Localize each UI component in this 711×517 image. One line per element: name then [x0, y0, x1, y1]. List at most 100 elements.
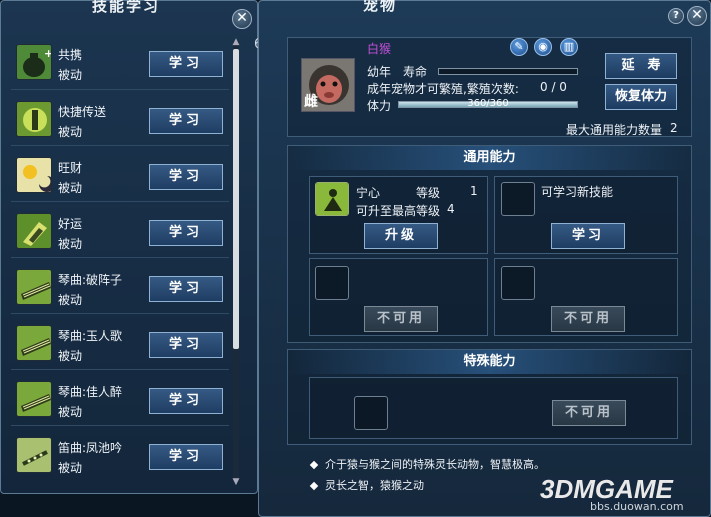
teleport-icon: [16, 101, 52, 137]
skill-item-wangcai: 旺财 被动 学习: [11, 150, 229, 198]
skill-item-yurenge: 琴曲:玉人歌 被动 学习: [11, 318, 229, 366]
pet-description-text: 介于猿与猴之间的特殊灵长动物，智慧极高。: [325, 458, 545, 471]
level-value: 1: [470, 184, 478, 198]
max-ability-value: 2: [670, 121, 678, 135]
skill-item-haoyun: 好运 被动 学习: [11, 206, 229, 254]
skill-type: 被动: [58, 405, 83, 419]
breed-text: 成年宠物才可繁殖,繁殖次数:: [367, 82, 519, 96]
learn-new-skill-button[interactable]: 学习: [551, 223, 625, 249]
skill-type: 被动: [58, 237, 83, 251]
learn-button[interactable]: 学习: [149, 444, 223, 470]
skill-type: 被动: [58, 349, 83, 363]
divider: [11, 89, 229, 90]
skill-item-pozhenzi: 琴曲:破阵子 被动 学习: [11, 262, 229, 310]
pet-portrait: 雌: [301, 58, 355, 112]
divider: [11, 313, 229, 314]
skill-name: 笛曲:凤池吟: [58, 441, 123, 455]
pet-panel-close-button[interactable]: ✕: [687, 6, 707, 26]
stamina-label: 体力: [367, 99, 392, 113]
unavailable-button[interactable]: 不可用: [551, 306, 625, 332]
skill-name: 快捷传送: [58, 105, 107, 119]
trash-icon[interactable]: ▥: [560, 38, 578, 56]
divider: [11, 257, 229, 258]
watermark-url: bbs.duowan.com: [590, 500, 684, 513]
skill-type: 被动: [58, 461, 83, 475]
skill-panel-close-button[interactable]: ✕: [232, 9, 252, 29]
max-level-value: 4: [447, 202, 455, 216]
stamina-bar: 360/360: [398, 98, 578, 109]
divider: [11, 201, 229, 202]
pet-panel-title: 宠物: [362, 0, 397, 14]
bag-plus-icon: +: [16, 44, 52, 80]
guqin-icon: [16, 325, 52, 361]
empty-slot[interactable]: [354, 396, 388, 430]
skill-name: 琴曲:佳人醉: [58, 385, 123, 399]
skill-item-jiarenzui: 琴曲:佳人醉 被动 学习: [11, 374, 229, 422]
pen-icon[interactable]: ✎: [510, 38, 528, 56]
unavailable-button[interactable]: 不可用: [364, 306, 438, 332]
skill-name: 琴曲:玉人歌: [58, 329, 123, 343]
life-bar: [438, 68, 578, 75]
pet-description-2: 灵长之智，猿猴之动: [309, 477, 424, 493]
scroll-down-icon[interactable]: ▼: [232, 477, 240, 487]
divider: [11, 145, 229, 146]
empty-slot[interactable]: [501, 266, 535, 300]
divider: [11, 369, 229, 370]
pet-name: 白猴: [367, 42, 392, 56]
svg-text:+: +: [44, 47, 52, 60]
learn-button[interactable]: 学习: [149, 108, 223, 134]
learn-button[interactable]: 学习: [149, 332, 223, 358]
swirl-icon[interactable]: ◉: [534, 38, 552, 56]
learn-button[interactable]: 学习: [149, 276, 223, 302]
unavailable-button[interactable]: 不可用: [552, 400, 626, 426]
general-ability-title: 通用能力: [288, 146, 691, 170]
meditate-skill-icon[interactable]: [315, 182, 349, 216]
luck-icon: [16, 213, 52, 249]
skill-type: 被动: [58, 68, 83, 82]
learn-button[interactable]: 学习: [149, 51, 223, 77]
pet-description-text: 灵长之智，猿猴之动: [325, 479, 424, 492]
sun-moon-icon: [16, 157, 52, 193]
level-label: 等级: [416, 186, 441, 200]
divider: [11, 425, 229, 426]
skill-name: 共携: [58, 48, 83, 62]
skill-name: 好运: [58, 217, 83, 231]
bullet-icon: [309, 460, 319, 470]
guqin-icon: [16, 381, 52, 417]
breed-count: 0 / 0: [540, 80, 567, 94]
stamina-text: 360/360: [467, 98, 509, 109]
pet-gender: 雌: [304, 94, 318, 110]
special-ability-title: 特殊能力: [288, 350, 691, 374]
skill-learning-panel: 技能学习 ✕ + 共携 被动 学习 快捷传送 被动 学习 旺财: [0, 0, 258, 494]
bullet-icon: [309, 481, 319, 491]
learn-button[interactable]: 学习: [149, 388, 223, 414]
restore-stamina-button[interactable]: 恢复体力: [605, 84, 677, 110]
upgrade-button[interactable]: 升级: [364, 223, 438, 249]
flute-icon: [16, 437, 52, 473]
scroll-up-icon[interactable]: ▲: [232, 37, 240, 47]
learn-button[interactable]: 学习: [149, 164, 223, 190]
skill-list-scroll-thumb[interactable]: [233, 49, 239, 349]
skill-name: 旺财: [58, 161, 83, 175]
help-button[interactable]: ?: [668, 8, 684, 24]
pet-stage: 幼年: [367, 65, 392, 79]
empty-slot[interactable]: [315, 266, 349, 300]
max-ability-label: 最大通用能力数量: [566, 123, 663, 137]
skill-list: + 共携 被动 学习 快捷传送 被动 学习 旺财 被动 学习: [11, 37, 229, 485]
skill-item-teleport: 快捷传送 被动 学习: [11, 94, 229, 142]
skill-type: 被动: [58, 293, 83, 307]
max-level-label: 可升至最高等级: [356, 204, 441, 218]
learn-new-skill-label: 可学习新技能: [541, 185, 614, 199]
skill-type: 被动: [58, 125, 83, 139]
skill-type: 被动: [58, 181, 83, 195]
skill-name: 宁心: [356, 186, 381, 200]
skill-item-fengchiyin: 笛曲:凤池吟 被动 学习: [11, 430, 229, 478]
skill-item-gongxie: + 共携 被动 学习: [11, 37, 229, 85]
pet-description-1: 介于猿与猴之间的特殊灵长动物，智慧极高。: [309, 456, 545, 472]
skill-panel-title: 技能学习: [91, 0, 160, 15]
life-label: 寿命: [403, 65, 428, 79]
empty-slot[interactable]: [501, 182, 535, 216]
skill-name: 琴曲:破阵子: [58, 273, 123, 287]
learn-button[interactable]: 学习: [149, 220, 223, 246]
extend-life-button[interactable]: 延 寿: [605, 53, 677, 79]
